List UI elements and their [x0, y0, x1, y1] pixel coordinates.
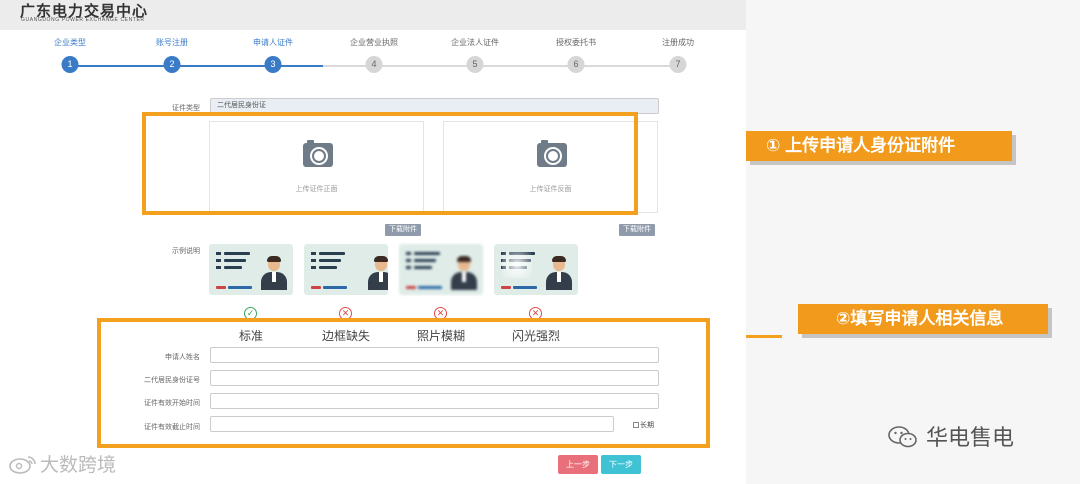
- step-number: 5: [466, 56, 484, 73]
- brand-name: 华电售电: [926, 425, 1015, 450]
- brand-wechat: 华电售电: [888, 420, 1014, 452]
- step-number: 1: [61, 56, 79, 73]
- step-connector: [576, 65, 678, 67]
- download-back-button[interactable]: 下载附件: [619, 224, 655, 236]
- step-label: 企业法人证件: [451, 38, 499, 47]
- step-connector: [172, 65, 273, 67]
- step-label: 授权委托书: [556, 38, 596, 47]
- step-label: 账号注册: [156, 38, 188, 47]
- presentation-background: ① 上传申请人身份证附件 ②填写申请人相关信息 华电售电: [746, 0, 1080, 484]
- step-number: 7: [669, 56, 687, 73]
- example-border-missing: [304, 244, 388, 295]
- callout-fill-info: ②填写申请人相关信息: [798, 304, 1048, 334]
- prev-step-button[interactable]: 上一步: [558, 455, 598, 474]
- example-flash: [494, 244, 578, 295]
- step-label: 申请人证件: [253, 38, 293, 47]
- step-number: 3: [264, 56, 282, 73]
- step-number: 2: [163, 56, 181, 73]
- wechat-icon: [888, 426, 917, 448]
- download-front-button[interactable]: 下载附件: [385, 224, 421, 236]
- highlight-form: [97, 318, 710, 448]
- step-label: 企业营业执照: [350, 38, 398, 47]
- progress-steps: 企业类型 1 账号注册 2 申请人证件 3 企业营业执照 4 企业法人证件 5 授权委托书 6 注册成功…: [0, 34, 746, 74]
- example-label: 示例说明: [172, 248, 200, 255]
- example-standard: [209, 244, 293, 295]
- watermark-text: 大数跨境: [40, 455, 117, 476]
- header: 广东电力交易中心 GUANGDONG POWER EXCHANGE CENTER: [0, 0, 746, 30]
- step-connector: [475, 65, 576, 67]
- example-blurry: [399, 244, 483, 295]
- next-step-button[interactable]: 下一步: [601, 455, 641, 474]
- step-connector: [70, 65, 172, 67]
- highlight-upload: [142, 112, 638, 215]
- callout-upload-id: ① 上传申请人身份证附件: [746, 131, 1012, 161]
- step-number: 6: [567, 56, 585, 73]
- logo-subtitle: GUANGDONG POWER EXCHANGE CENTER: [21, 17, 145, 23]
- step-label: 注册成功: [662, 38, 694, 47]
- step-number: 4: [365, 56, 383, 73]
- weibo-icon: [9, 456, 36, 474]
- step-label: 企业类型: [54, 38, 86, 47]
- step-connector: [374, 65, 475, 67]
- watermark: 大数跨境: [8, 450, 116, 477]
